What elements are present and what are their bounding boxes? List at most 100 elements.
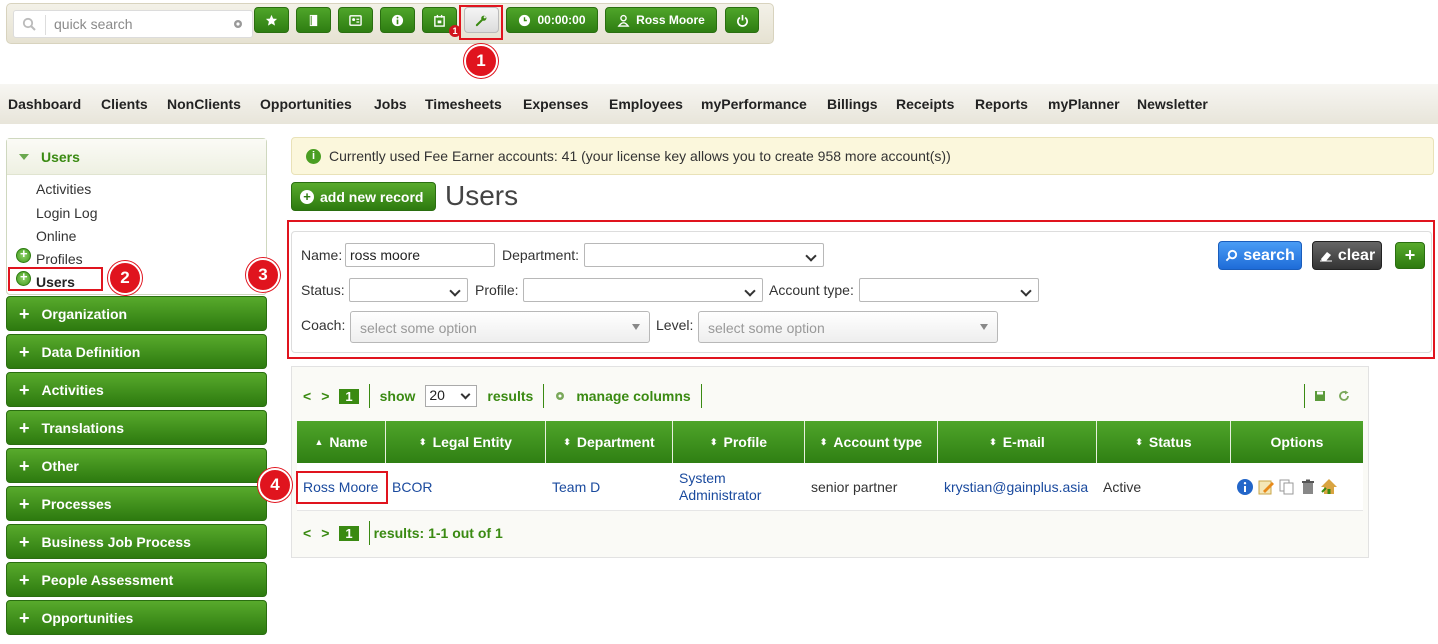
menu-opportunities[interactable]: Opportunities [260, 96, 352, 112]
account-type-label: Account type: [769, 282, 854, 298]
menu-billings[interactable]: Billings [827, 96, 878, 112]
dropdown-arrow-icon [632, 324, 640, 330]
refresh-icon[interactable] [1338, 390, 1350, 402]
gear-icon[interactable] [554, 390, 566, 402]
menu-myperformance[interactable]: myPerformance [701, 96, 807, 112]
profile-cell[interactable]: System Administrator [679, 463, 789, 511]
dropdown-arrow-icon [980, 324, 988, 330]
sidebar-section-translations[interactable]: + Translations [6, 410, 267, 445]
menu-nonclients[interactable]: NonClients [167, 96, 241, 112]
email-cell[interactable]: krystian@gainplus.asia [944, 463, 1088, 511]
prev-page-icon[interactable]: < [303, 525, 311, 541]
prev-page-icon[interactable]: < [303, 388, 311, 404]
menu-reports[interactable]: Reports [975, 96, 1028, 112]
sidebar-item-online[interactable]: Online [36, 228, 76, 244]
sidebar-section-header[interactable]: Users [7, 139, 266, 175]
add-circle-icon[interactable] [16, 246, 31, 263]
account-type-select[interactable] [859, 278, 1039, 302]
timer-label: 00:00:00 [537, 13, 586, 27]
menu-timesheets[interactable]: Timesheets [425, 96, 502, 112]
column-header-name[interactable]: ▲ Name [297, 421, 386, 463]
info-button[interactable] [380, 7, 415, 33]
sidebar-section-organization[interactable]: + Organization [6, 296, 267, 331]
quick-search-box[interactable] [13, 10, 253, 38]
favorites-button[interactable] [254, 7, 289, 33]
timer-button[interactable]: 00:00:00 [506, 7, 598, 33]
plus-circle-icon: + [300, 189, 314, 204]
level-label: Level: [656, 317, 694, 333]
sidebar-section-data-definition[interactable]: + Data Definition [6, 334, 267, 369]
book-button[interactable] [296, 7, 331, 33]
level-select[interactable]: select some option [698, 311, 998, 343]
menu-clients[interactable]: Clients [101, 96, 148, 112]
trash-icon[interactable] [1299, 478, 1317, 496]
sidebar-section-opportunities[interactable]: + Opportunities [6, 600, 267, 635]
column-label: Legal Entity [432, 434, 512, 450]
sidebar-section-processes[interactable]: + Processes [6, 486, 267, 521]
add-filter-button[interactable]: + [1395, 242, 1425, 269]
plus-icon: + [19, 493, 30, 514]
next-page-icon[interactable]: > [321, 525, 329, 541]
copy-icon[interactable] [1278, 478, 1296, 496]
annotation-marker: 1 [464, 44, 498, 78]
sidebar-section-people-assessment[interactable]: + People Assessment [6, 562, 267, 597]
current-page[interactable]: 1 [339, 525, 359, 541]
options-cell [1236, 463, 1338, 511]
logout-button[interactable] [725, 7, 759, 33]
menu-expenses[interactable]: Expenses [523, 96, 588, 112]
department-cell[interactable]: Team D [552, 463, 600, 511]
menu-dashboard[interactable]: Dashboard [8, 96, 81, 112]
sidebar-section-activities[interactable]: + Activities [6, 372, 267, 407]
coach-select[interactable]: select some option [350, 311, 650, 343]
profile-select[interactable] [523, 278, 763, 302]
current-page[interactable]: 1 [339, 388, 359, 404]
legal-entity-cell[interactable]: BCOR [392, 463, 432, 511]
next-page-icon[interactable]: > [321, 388, 329, 404]
menu-receipts[interactable]: Receipts [896, 96, 954, 112]
contacts-button[interactable] [338, 7, 373, 33]
department-label: Department: [502, 247, 580, 263]
clear-button[interactable]: clear [1312, 241, 1382, 270]
page-size-select[interactable]: 20 [425, 385, 478, 407]
column-header-legal-entity[interactable]: ⬍ Legal Entity [386, 421, 546, 463]
search-button[interactable]: search [1218, 241, 1302, 270]
user-button[interactable]: Ross Moore [605, 7, 717, 33]
column-label: Options [1270, 434, 1324, 450]
sort-icon: ⬍ [563, 436, 571, 447]
menu-employees[interactable]: Employees [609, 96, 683, 112]
sidebar-section-title: Users [41, 148, 80, 165]
sidebar-section-other[interactable]: + Other [6, 448, 267, 483]
search-button-label: search [1243, 246, 1295, 264]
sidebar-section-business-job-process[interactable]: + Business Job Process [6, 524, 267, 559]
menu-jobs[interactable]: Jobs [374, 96, 407, 112]
edit-icon[interactable] [1257, 478, 1275, 496]
info-icon[interactable] [1236, 478, 1254, 496]
level-placeholder: select some option [708, 320, 825, 336]
sidebar-item-activities[interactable]: Activities [36, 181, 91, 197]
section-label: Opportunities [41, 609, 134, 626]
gear-icon[interactable] [232, 18, 244, 30]
column-header-profile[interactable]: ⬍ Profile [673, 421, 805, 463]
column-header-status[interactable]: ⬍ Status [1097, 421, 1231, 463]
quick-search-input[interactable] [52, 14, 224, 34]
home-icon[interactable] [1320, 478, 1338, 496]
plus-icon: + [19, 417, 30, 438]
sidebar-item-profiles[interactable]: Profiles [36, 251, 83, 267]
column-header-email[interactable]: ⬍ E-mail [938, 421, 1097, 463]
department-select[interactable] [584, 243, 824, 267]
column-header-department[interactable]: ⬍ Department [546, 421, 673, 463]
column-label: Status [1148, 434, 1192, 450]
add-new-record-button[interactable]: + add new record [291, 182, 436, 211]
save-icon[interactable] [1314, 390, 1326, 402]
status-select[interactable] [349, 278, 468, 302]
name-filter-input[interactable] [345, 243, 495, 267]
plus-icon: + [1404, 245, 1416, 265]
sidebar-item-login-log[interactable]: Login Log [36, 205, 98, 221]
sort-icon: ⬍ [989, 436, 997, 447]
column-header-account-type[interactable]: ⬍ Account type [805, 421, 938, 463]
menu-newsletter[interactable]: Newsletter [1137, 96, 1208, 112]
menu-myplanner[interactable]: myPlanner [1048, 96, 1120, 112]
sort-icon: ⬍ [419, 436, 427, 447]
sort-icon: ⬍ [1135, 436, 1143, 447]
manage-columns-link[interactable]: manage columns [576, 388, 690, 404]
